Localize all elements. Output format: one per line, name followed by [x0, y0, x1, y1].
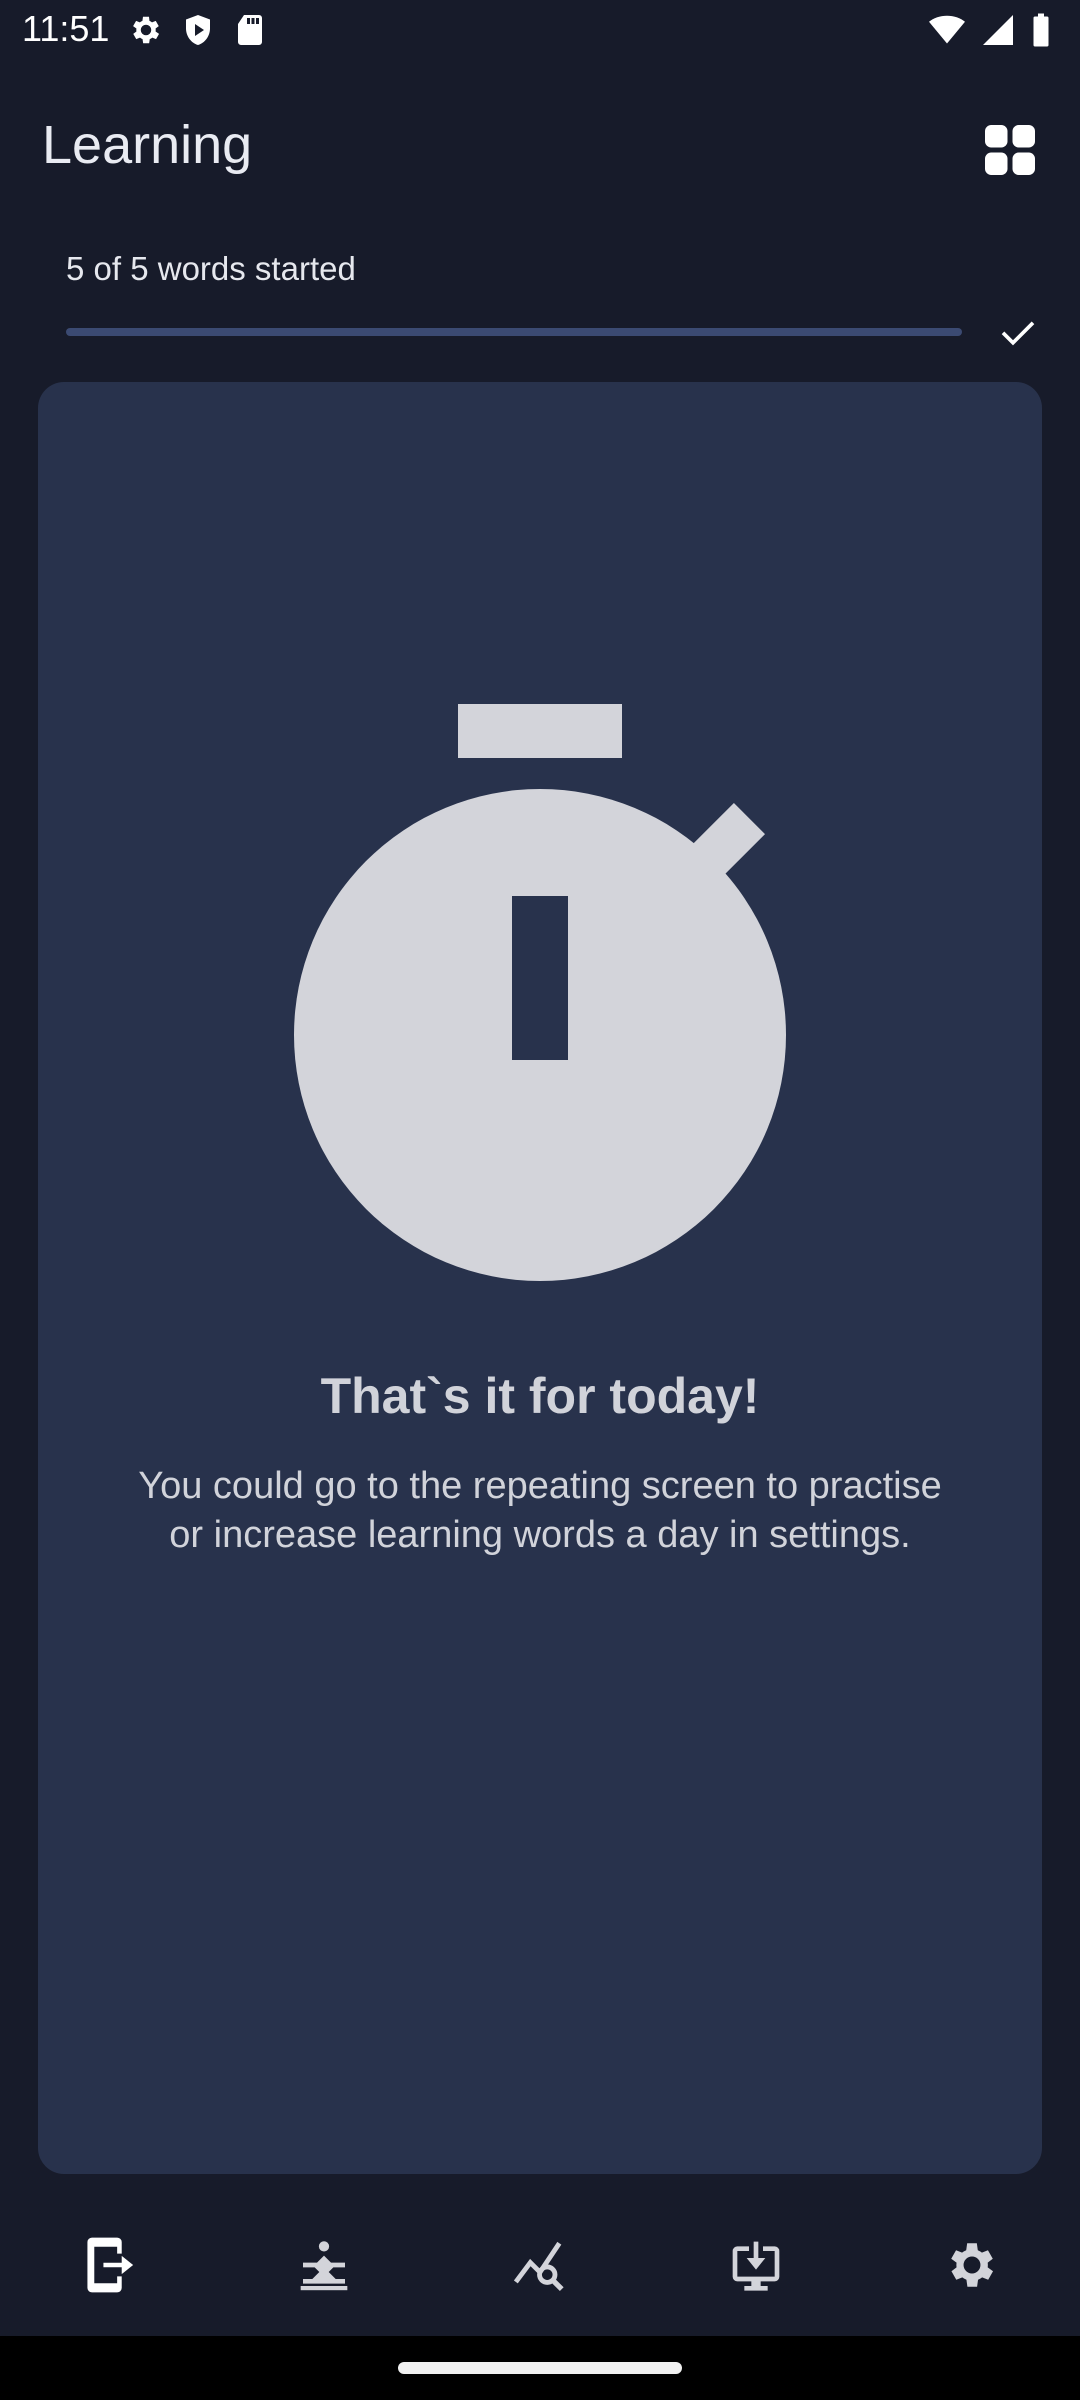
progress-bar-fill	[66, 328, 962, 336]
analytics-search-icon	[513, 2241, 564, 2292]
timer-icon	[294, 704, 786, 1281]
wifi-icon	[929, 15, 965, 44]
nav-learning[interactable]	[48, 2210, 168, 2320]
check-icon	[1001, 321, 1035, 346]
card-description: You could go to the repeating screen to …	[138, 1465, 942, 1556]
page-title: Learning	[42, 115, 253, 175]
nav-practice[interactable]	[264, 2210, 384, 2320]
sd-card-icon	[238, 15, 262, 45]
bottom-nav	[0, 2200, 1080, 2330]
grid-view-button[interactable]	[980, 120, 1040, 180]
practice-pose-icon	[300, 2241, 348, 2291]
settings-icon	[133, 16, 160, 44]
status-icons-left	[128, 12, 268, 48]
grid-view-icon	[985, 125, 1035, 175]
nav-import[interactable]	[696, 2210, 816, 2320]
download-to-device-icon	[732, 2241, 780, 2291]
settings-icon	[951, 2243, 994, 2287]
status-time: 11:51	[22, 8, 110, 49]
words-progress: 5 of 5 words started	[0, 240, 1080, 360]
progress-label: 5 of 5 words started	[66, 250, 356, 287]
signal-icon	[983, 15, 1013, 45]
card-title: That`s it for today!	[320, 1368, 760, 1424]
shield-play-icon	[186, 15, 210, 45]
battery-icon	[1033, 13, 1049, 47]
status-bar: 11:51	[0, 0, 1080, 64]
nav-settings[interactable]	[912, 2210, 1032, 2320]
status-icons-right	[928, 12, 1052, 48]
home-gesture-handle[interactable]	[398, 2362, 682, 2374]
nav-analytics[interactable]	[480, 2210, 600, 2320]
learning-exit-icon	[87, 2237, 134, 2293]
done-card: That`s it for today! You could go to the…	[38, 382, 1042, 2174]
app-bar: Learning	[0, 100, 1080, 196]
progress-bar	[66, 328, 962, 336]
